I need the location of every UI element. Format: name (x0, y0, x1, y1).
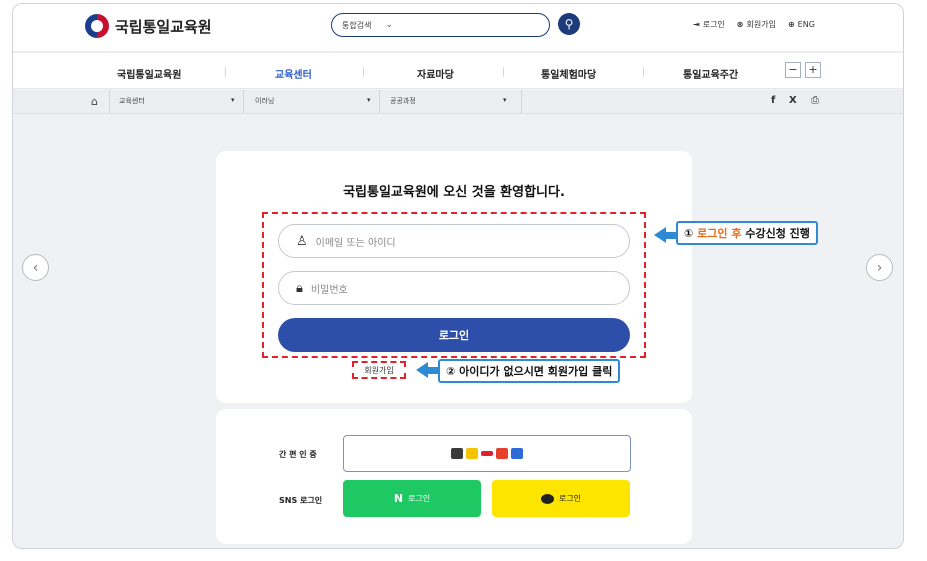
callout-arrow-head (654, 227, 666, 243)
nav-item-resources[interactable]: 자료마당 (417, 66, 454, 81)
zoom-in-button[interactable]: + (805, 62, 821, 78)
search-icon: ⚲ (564, 17, 574, 31)
chevron-down-icon[interactable]: ▾ (503, 96, 507, 104)
search-input[interactable]: 통합검색 ⌄ (331, 13, 550, 37)
join-link-label: 회원가입 (746, 20, 776, 29)
user-icon: ♙ (296, 233, 308, 249)
facebook-icon[interactable]: f (771, 95, 775, 106)
login-tip-callout: ① 로그인 후 수강신청 진행 (676, 221, 818, 245)
taegeuk-logo-icon (85, 14, 109, 38)
chevron-down-icon[interactable]: ⌄ (385, 20, 393, 30)
callout-highlight: 로그인 후 (697, 227, 742, 240)
login-icon: ⇥ (693, 20, 700, 29)
home-icon[interactable]: ⌂ (91, 95, 98, 108)
nav-item-education-center[interactable]: 교육센터 (275, 66, 312, 81)
nav-item-institute[interactable]: 국립통일교육원 (117, 66, 181, 81)
chevron-left-icon: ‹ (32, 259, 39, 276)
utility-links: ⇥ 로그인 ⊗ 회원가입 ⊕ ENG (693, 19, 815, 30)
callout-text: 수강신청 진행 (745, 227, 810, 240)
english-link[interactable]: ⊕ ENG (788, 19, 815, 30)
browser-frame: 국립통일교육원 통합검색 ⌄ ⚲ ⇥ 로그인 ⊗ 회원가입 ⊕ ENG 국립통일교육원… (12, 3, 904, 549)
login-link-label: 로그인 (702, 20, 725, 29)
site-logo[interactable]: 국립통일교육원 (85, 14, 212, 38)
main-navigation: 국립통일교육원 교육센터 자료마당 통일체험마당 통일교육주간 − + (13, 52, 903, 89)
kakao-icon (540, 493, 554, 504)
chevron-down-icon[interactable]: ▾ (367, 96, 371, 104)
nav-item-education-week[interactable]: 통일교육주간 (683, 66, 738, 81)
search-button[interactable]: ⚲ (558, 13, 580, 35)
print-icon[interactable]: ⎙ (811, 95, 819, 106)
nav-item-experience[interactable]: 통일체험마당 (541, 66, 596, 81)
login-button[interactable]: 로그인 (278, 318, 630, 352)
join-tip-callout: ② 아이디가 없으시면 회원가입 클릭 (438, 359, 621, 383)
crumb-education-center[interactable]: 교육센터 (119, 96, 145, 106)
crumb-separator (243, 90, 244, 114)
id-field[interactable]: ♙ 이메일 또는 아이디 (278, 224, 630, 258)
english-link-label: ENG (797, 20, 815, 29)
naver-icon: N (393, 492, 404, 505)
nav-separator (363, 67, 364, 77)
auth-card: 간 편 인 증 SNS 로그인 N 로그인 로그인 (216, 409, 692, 544)
callout-number: ① (684, 226, 694, 240)
globe-icon: ⊕ (787, 20, 795, 29)
welcome-heading: 국립통일교육원에 오신 것을 환영합니다. (343, 185, 565, 200)
callout-arrow-head (416, 362, 428, 378)
join-link-top[interactable]: ⊗ 회원가입 (737, 19, 776, 30)
kakao-login-label: 로그인 (558, 494, 582, 503)
easy-auth-label: 간 편 인 증 (279, 450, 317, 459)
search-scope-label[interactable]: 통합검색 (342, 20, 371, 31)
easy-auth-box[interactable] (343, 435, 631, 472)
password-field[interactable]: 🔒︎ 비밀번호 (278, 271, 630, 305)
crumb-separator (109, 90, 110, 114)
logo-text: 국립통일교육원 (115, 17, 212, 36)
chevron-right-icon: › (876, 259, 883, 276)
join-callout-text: ② 아이디가 없으시면 회원가입 클릭 (446, 365, 613, 378)
top-bar: 국립통일교육원 통합검색 ⌄ ⚲ ⇥ 로그인 ⊗ 회원가입 ⊕ ENG (13, 4, 903, 51)
login-link[interactable]: ⇥ 로그인 (693, 19, 725, 30)
user-icon: ⊗ (736, 20, 744, 29)
prev-slide-button[interactable]: ‹ (22, 254, 49, 281)
naver-cert-icon (496, 448, 508, 459)
lock-icon: 🔒︎ (296, 280, 303, 296)
next-slide-button[interactable]: › (866, 254, 893, 281)
crumb-separator (379, 90, 380, 114)
nav-separator (503, 67, 504, 77)
join-button[interactable]: 회원가입 (352, 361, 406, 379)
kakao-cert-icon (451, 448, 463, 459)
nav-separator (225, 67, 226, 77)
chevron-down-icon[interactable]: ▾ (231, 96, 235, 104)
nav-separator (643, 67, 644, 77)
password-placeholder: 비밀번호 (310, 284, 348, 296)
sns-login-label: SNS 로그인 (279, 496, 323, 505)
naver-login-label: 로그인 (408, 494, 431, 503)
breadcrumb: ⌂ 교육센터 ▾ 이러닝 ▾ 공공과정 ▾ f X ⎙ (13, 90, 903, 114)
kakao-login-button[interactable]: 로그인 (492, 480, 630, 517)
bank-cert-icon (511, 448, 523, 459)
pass-cert-icon (481, 451, 493, 456)
x-icon[interactable]: X (789, 95, 797, 106)
crumb-public-course[interactable]: 공공과정 (390, 96, 416, 106)
zoom-out-button[interactable]: − (785, 62, 801, 78)
crumb-elearning[interactable]: 이러닝 (255, 96, 274, 106)
id-placeholder: 이메일 또는 아이디 (315, 237, 396, 249)
naver-login-button[interactable]: N 로그인 (343, 480, 481, 517)
kb-cert-icon (466, 448, 478, 459)
crumb-separator (521, 90, 522, 114)
